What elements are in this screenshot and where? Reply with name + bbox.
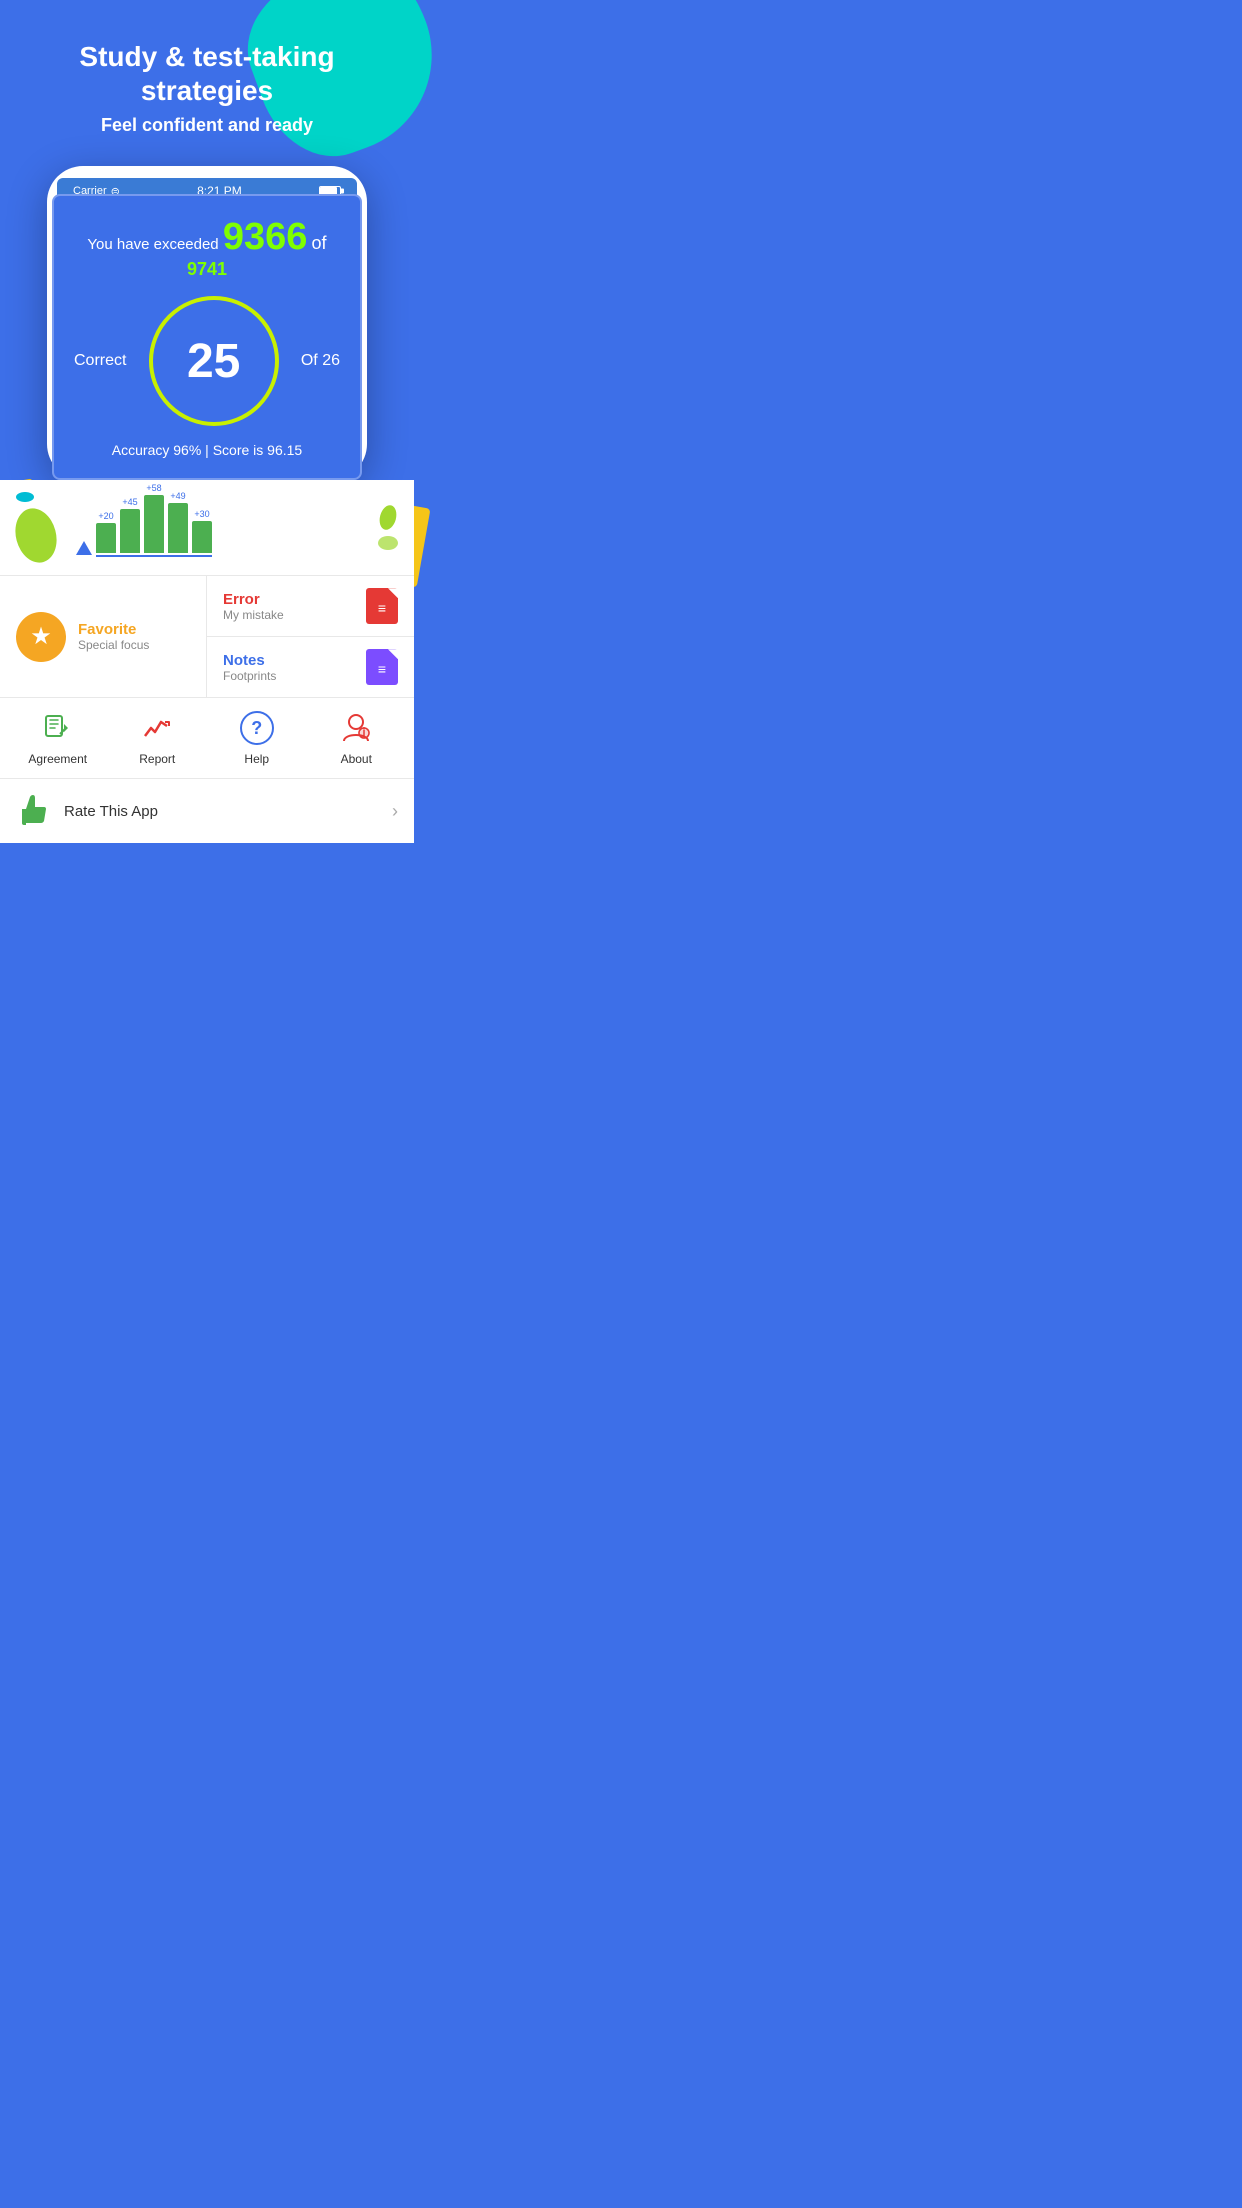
notes-info: Notes Footprints: [223, 652, 276, 683]
about-label: About: [341, 752, 372, 766]
bar-visual: [120, 509, 140, 553]
bar-visual: [192, 521, 212, 553]
feature-grid: ★ Favorite Special focus Error My mistak…: [0, 576, 414, 698]
score-number: 25: [187, 334, 240, 389]
feature-right-column: Error My mistake ≡ Notes Footprints ≡: [207, 576, 414, 697]
correct-label: Correct: [74, 352, 126, 370]
bar-label: +49: [170, 491, 185, 501]
star-icon: ★: [16, 612, 66, 662]
chart-visualization: +20+45+58+49+30: [76, 497, 368, 559]
agreement-label: Agreement: [28, 752, 87, 766]
notes-sublabel: Footprints: [223, 669, 276, 683]
bar-visual: [144, 495, 164, 553]
thumbs-up-icon: [16, 793, 52, 829]
favorite-feature[interactable]: ★ Favorite Special focus: [0, 576, 207, 697]
of-label: Of 26: [301, 352, 340, 370]
report-label: Report: [139, 752, 175, 766]
header-section: Study & test-taking strategies Feel conf…: [0, 0, 414, 156]
exceeded-prefix: You have exceeded: [87, 236, 218, 253]
chart-row: +20 +45 +58 +49 +30: [0, 480, 414, 576]
exceeded-number: 9366: [223, 216, 308, 258]
error-info: Error My mistake: [223, 591, 284, 622]
chart-right-decoration: [378, 505, 398, 550]
green-oval-left: [10, 504, 63, 567]
error-label: Error: [223, 591, 284, 608]
report-icon: [139, 710, 175, 746]
green-oval-small-right: [378, 536, 398, 550]
about-icon: [338, 710, 374, 746]
main-title: Study & test-taking strategies: [20, 40, 394, 107]
rate-label: Rate This App: [64, 803, 380, 820]
bar-label: +45: [122, 497, 137, 507]
favorite-label: Favorite: [78, 621, 149, 638]
score-card: You have exceeded 9366 of 9741 Correct 2…: [52, 194, 362, 480]
bar-visual: [168, 503, 188, 553]
chevron-right-icon: ›: [392, 801, 398, 822]
phone-mockup: Carrier ⊜ 8:21 PM You have exceeded 9366…: [47, 166, 367, 480]
accuracy-text: Accuracy 96% | Score is 96.15: [74, 442, 340, 458]
notes-label: Notes: [223, 652, 276, 669]
notes-feature[interactable]: Notes Footprints ≡: [207, 637, 414, 697]
nav-item-about[interactable]: About: [307, 710, 407, 766]
exceeded-text: You have exceeded 9366 of 9741: [74, 216, 340, 280]
bar-label: +58: [146, 483, 161, 493]
doc-lines-red: ≡: [378, 600, 386, 616]
error-doc-icon: ≡: [366, 588, 398, 624]
bar-visual: [96, 523, 116, 553]
bar-item: +45: [120, 497, 140, 553]
error-feature[interactable]: Error My mistake ≡: [207, 576, 414, 637]
bar-item: +20: [96, 511, 116, 553]
chart-left-decoration: [16, 492, 66, 563]
phone-outer: Carrier ⊜ 8:21 PM You have exceeded 9366…: [47, 166, 367, 480]
bar-label: +30: [194, 509, 209, 519]
agreement-icon: [40, 710, 76, 746]
favorite-info: Favorite Special focus: [78, 621, 149, 652]
nav-item-help[interactable]: ? Help: [207, 710, 307, 766]
notes-doc-icon: ≡: [366, 649, 398, 685]
rate-app-row[interactable]: Rate This App ›: [0, 779, 414, 843]
content-section: +20 +45 +58 +49 +30 ★ Favorite Special focus…: [0, 480, 414, 843]
bottom-nav: Agreement Report ? Help: [0, 698, 414, 779]
exceeded-of: of: [312, 233, 327, 253]
bar-item: +30: [192, 509, 212, 553]
nav-item-agreement[interactable]: Agreement: [8, 710, 108, 766]
exceeded-total: 9741: [187, 259, 227, 279]
help-icon: ?: [239, 710, 275, 746]
bar-item: +58: [144, 483, 164, 553]
bar-item: +49: [168, 491, 188, 553]
bars-container: +20+45+58+49+30: [96, 497, 212, 557]
help-circle: ?: [240, 711, 274, 745]
doc-lines-purple: ≡: [378, 661, 386, 677]
error-sublabel: My mistake: [223, 608, 284, 622]
score-circle: 25: [149, 296, 279, 426]
help-label: Help: [244, 752, 269, 766]
sub-title: Feel confident and ready: [20, 115, 394, 136]
nav-item-report[interactable]: Report: [108, 710, 208, 766]
score-circle-row: Correct 25 Of 26: [74, 296, 340, 426]
bar-label: +20: [98, 511, 113, 521]
teal-oval-small: [16, 492, 34, 502]
chart-arrow-up: [76, 541, 92, 555]
green-oval-right: [377, 504, 399, 532]
favorite-sublabel: Special focus: [78, 638, 149, 652]
